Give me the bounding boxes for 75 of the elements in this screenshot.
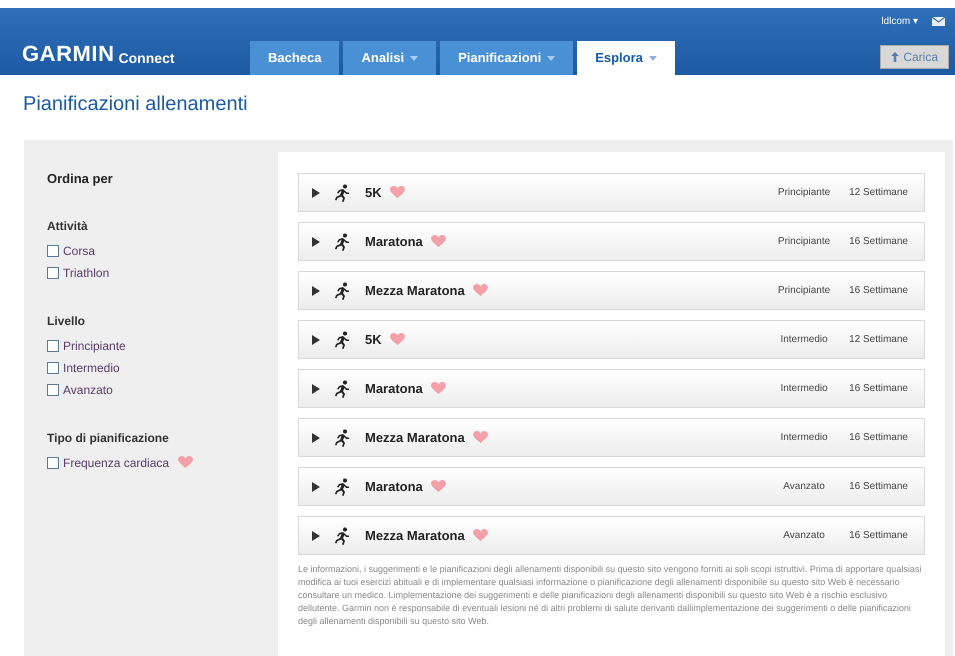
plan-duration: 16 Settimane (849, 529, 908, 543)
runner-icon (334, 282, 350, 300)
expand-icon[interactable] (312, 482, 320, 492)
caret-icon (547, 56, 556, 60)
expand-icon[interactable] (312, 236, 320, 246)
checkbox[interactable] (47, 384, 59, 396)
upload-icon (891, 52, 900, 62)
user-menu[interactable]: ldlcom ▾ (881, 14, 918, 29)
plan-duration: 16 Settimane (849, 382, 908, 396)
runner-icon (334, 478, 350, 496)
filter-option[interactable]: Corsa (63, 242, 96, 260)
plan-duration: 16 Settimane (849, 235, 908, 249)
plan-name: Maratona (365, 478, 423, 496)
plan-row[interactable]: Maratona Avanzato 16 Settimane (298, 467, 925, 506)
plan-level: Principiante (776, 186, 832, 200)
plan-level: Avanzato (782, 529, 826, 543)
plan-row[interactable]: Maratona Principiante 16 Settimane (298, 222, 925, 261)
expand-icon[interactable] (312, 384, 320, 394)
plan-level: Intermedio (779, 431, 829, 445)
runner-icon (334, 428, 350, 446)
plan-row[interactable]: 5K Principiante 12 Settimane (298, 173, 925, 212)
plan-duration: 16 Settimane (849, 480, 908, 494)
plan-name: Mezza Maratona (365, 428, 465, 447)
expand-icon[interactable] (312, 286, 320, 296)
runner-icon (334, 330, 350, 348)
plan-level: Intermedio (779, 382, 829, 396)
runner-icon (334, 380, 350, 398)
filter-option[interactable]: Frequenza cardiaca (63, 454, 170, 472)
checkbox[interactable] (47, 340, 59, 352)
filter-option[interactable]: Principiante (63, 336, 126, 354)
plan-name: Maratona (365, 380, 423, 398)
plan-row[interactable]: Mezza Maratona Principiante 16 Settimane (298, 271, 925, 310)
plan-name: Mezza Maratona (365, 526, 465, 545)
filter-option[interactable]: Triathlon (63, 264, 110, 282)
expand-icon[interactable] (312, 432, 320, 442)
disclaimer-text: Le informazioni, i suggerimenti e le pianificazioni degli allenamenti disponibili su questo sito vengono forniti ai soli scopi istruttivi. Prima di apportare qualsiasi modifica ai tuoi esercizi abituali e di implementare qualsiasi informazione o pianificazione degli allenamenti disponibile su questo sito Web è necessario consultare un medico. Limplementazione dei suggerimenti e delle pianificazioni degli allenamenti disponibili su questo sito Web è a rischio esclusivo dellutente. Garmin non è responsabile di eventuali lesioni né di altri problemi di salute derivanti dallimplementazione dei suggerimenti o delle pianificazioni degli allenamenti disponibili su questo sito Web. (298, 563, 922, 628)
caret-icon (410, 56, 418, 60)
plan-row[interactable]: 5K Intermedio 12 Settimane (298, 320, 925, 359)
sidebar-title: Ordina per (47, 170, 114, 188)
plan-name: 5K (365, 184, 382, 202)
caret-icon (648, 56, 657, 60)
plan-duration: 16 Settimane (849, 431, 908, 445)
checkbox[interactable] (47, 456, 59, 468)
plan-row[interactable]: Mezza Maratona Intermedio 16 Settimane (298, 418, 925, 457)
logo-suffix[interactable]: Connect (118, 51, 175, 65)
page-title: Pianificazioni allenamenti (23, 92, 249, 117)
checkbox[interactable] (47, 244, 59, 256)
expand-icon[interactable] (312, 530, 320, 540)
filter-group-title: Livello (47, 312, 86, 330)
mail-icon[interactable] (932, 17, 945, 26)
plan-level: Principiante (776, 284, 832, 298)
runner-icon (334, 232, 350, 250)
filter-group-title: Attività (47, 218, 89, 234)
checkbox[interactable] (47, 362, 59, 374)
logo[interactable]: GARMIN (22, 43, 115, 65)
nav-tab[interactable]: Esplora (577, 41, 675, 75)
expand-icon[interactable] (312, 334, 320, 344)
plan-level: Avanzato (782, 480, 826, 494)
plan-level: Principiante (776, 235, 832, 249)
plan-name: Maratona (365, 232, 423, 251)
runner-icon (334, 526, 350, 544)
checkbox[interactable] (47, 266, 59, 278)
plan-row[interactable]: Mezza Maratona Avanzato 16 Settimane (298, 516, 925, 555)
plan-level: Intermedio (779, 333, 829, 347)
filter-option[interactable]: Intermedio (63, 358, 120, 376)
runner-icon (334, 184, 350, 202)
plan-duration: 12 Settimane (849, 333, 908, 347)
expand-icon[interactable] (312, 188, 320, 198)
filter-option[interactable]: Avanzato (63, 380, 113, 398)
plan-name: 5K (365, 330, 382, 349)
plan-name: Mezza Maratona (365, 282, 465, 300)
filter-group-title: Tipo di pianificazione (47, 430, 170, 446)
plan-duration: 16 Settimane (849, 284, 908, 298)
plan-duration: 12 Settimane (849, 186, 908, 200)
plan-row[interactable]: Maratona Intermedio 16 Settimane (298, 369, 925, 408)
